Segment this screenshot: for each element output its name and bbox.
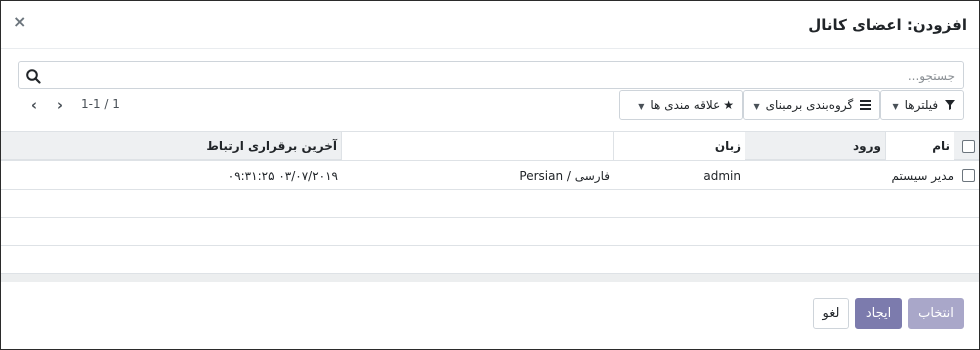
records-table: نام ورود زبان آخرین برقراری ارتباط مدیر … bbox=[1, 131, 979, 275]
pager-next-button[interactable]: › bbox=[49, 95, 71, 117]
groupby-button[interactable]: گروه‌بندی برمبنای ▼ bbox=[743, 90, 880, 120]
groupby-label: گروه‌بندی برمبنای bbox=[765, 98, 854, 112]
bars-icon bbox=[856, 98, 871, 112]
table-row[interactable]: مدیر سیستم admin Persian / فارسی ۰۳/۰۷/۲… bbox=[1, 162, 979, 190]
search-bar bbox=[18, 61, 964, 89]
row-checkbox[interactable] bbox=[962, 169, 975, 182]
search-input[interactable] bbox=[75, 67, 955, 85]
favorites-label: علاقه مندی ها bbox=[650, 98, 721, 112]
pager-previous-button[interactable]: ‹ bbox=[23, 95, 45, 117]
column-header-language[interactable]: زبان bbox=[613, 132, 745, 160]
filters-button[interactable]: فیلترها ▼ bbox=[880, 90, 964, 120]
caret-down-icon: ▼ bbox=[892, 102, 899, 111]
pager-value-text: 1-1 / 1 bbox=[81, 97, 120, 111]
table-row-empty bbox=[1, 246, 979, 274]
column-header-login[interactable]: ورود bbox=[745, 132, 885, 160]
filter-icon bbox=[941, 98, 955, 112]
close-icon[interactable]: × bbox=[13, 12, 26, 31]
cell-language: Persian / فارسی bbox=[519, 169, 610, 183]
cell-last-connection: ۰۳/۰۷/۲۰۱۹ ۰۹:۳۱:۲۵ bbox=[227, 169, 338, 183]
dialog-header: افزودن: اعضای کانال × bbox=[1, 1, 979, 49]
select-button[interactable]: انتخاب bbox=[908, 298, 964, 329]
star-icon: ★ bbox=[723, 98, 734, 112]
caret-down-icon: ▼ bbox=[638, 102, 645, 111]
cancel-button[interactable]: لغو bbox=[813, 298, 849, 329]
select-all-checkbox[interactable] bbox=[962, 140, 975, 153]
column-header-last-connection[interactable]: آخرین برقراری ارتباط bbox=[1, 132, 341, 160]
column-header-language-spacer bbox=[341, 132, 613, 160]
create-button[interactable]: ایجاد bbox=[855, 298, 902, 329]
search-icon[interactable] bbox=[25, 68, 41, 84]
cell-name: مدیر سیستم bbox=[891, 169, 955, 183]
pager-value[interactable]: 1-1 / 1 bbox=[81, 97, 120, 111]
dialog: افزودن: اعضای کانال × ‹ › 1-1 / 1 فیلتره… bbox=[0, 0, 980, 350]
favorites-button[interactable]: ★علاقه مندی ها ▼ bbox=[619, 90, 743, 120]
table-header: نام ورود زبان آخرین برقراری ارتباط bbox=[1, 131, 979, 161]
footer-divider bbox=[1, 273, 979, 282]
table-row-empty bbox=[1, 218, 979, 246]
caret-down-icon: ▼ bbox=[753, 102, 760, 111]
table-row-empty bbox=[1, 190, 979, 218]
cell-login: admin bbox=[703, 169, 741, 183]
dialog-title: افزودن: اعضای کانال bbox=[808, 16, 967, 34]
filters-label: فیلترها bbox=[904, 98, 939, 112]
column-header-name[interactable]: نام bbox=[885, 132, 954, 160]
